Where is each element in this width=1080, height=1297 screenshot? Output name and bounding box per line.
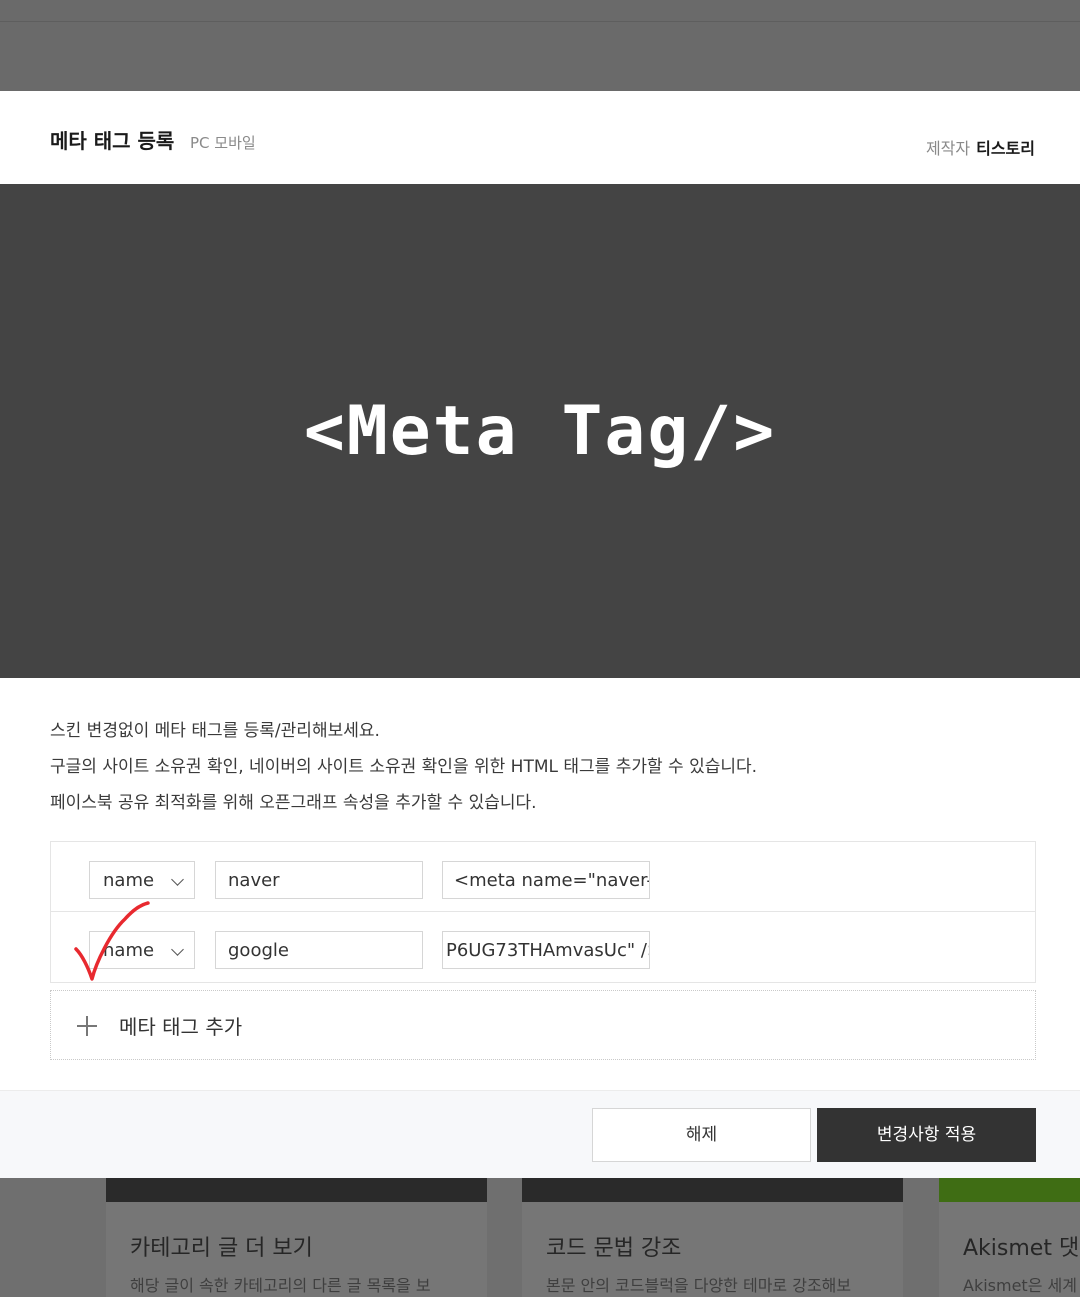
meta-tag-row: name google P6UG73THAmvasUc" /> [51,912,1035,982]
maker-label: 제작자 [925,139,971,158]
meta-tag-list: name naver <meta name="naver-si name goo… [50,841,1036,983]
platform-labels: PC 모바일 [190,134,256,152]
meta-content-input[interactable]: <meta name="naver-si [442,861,650,899]
card-description: Akismet은 세계 [963,1276,1077,1295]
maker-name: 티스토리 [976,139,1035,158]
card-title: 코드 문법 강조 [546,1236,682,1261]
check-mark-icon [74,901,150,981]
meta-tag-modal: 메타 태그 등록 PC 모바일 제작자 티스토리 <Meta Tag/> 스킨 변… [0,91,1080,1178]
modal-header: 메타 태그 등록 PC 모바일 제작자 티스토리 [0,91,1080,184]
background-card-akismet: Akismet 댓글 Akismet은 세계 [939,1178,1080,1297]
plus-icon [77,1016,97,1036]
apply-changes-button[interactable]: 변경사항 적용 [817,1108,1036,1162]
meta-key-input[interactable]: naver [215,861,423,899]
background-page-header [0,0,1080,91]
chevron-down-icon [171,873,184,886]
maker-info: 제작자 티스토리 [926,135,1035,159]
description-line: 구글의 사이트 소유권 확인, 네이버의 사이트 소유권 확인을 위한 HTML… [50,757,758,777]
plugin-banner: <Meta Tag/> [0,184,1080,678]
card-title: Akismet 댓글 [963,1236,1080,1261]
modal-footer: 해제 변경사항 적용 [0,1090,1080,1178]
chevron-down-icon [171,943,184,956]
meta-key-input[interactable]: google [215,931,423,969]
card-title: 카테고리 글 더 보기 [130,1236,313,1261]
background-card-code: 코드 문법 강조 본문 안의 코드블럭을 다양한 테마로 강조해보 [522,1178,903,1297]
reset-button[interactable]: 해제 [592,1108,811,1162]
modal-title: 메타 태그 등록 [50,129,175,153]
attribute-value: name [103,870,155,891]
card-description: 본문 안의 코드블럭을 다양한 테마로 강조해보 [546,1276,852,1295]
card-description: 해당 글이 속한 카테고리의 다른 글 목록을 보 [130,1276,431,1295]
banner-text: <Meta Tag/> [303,391,777,471]
meta-tag-row: name naver <meta name="naver-si [51,842,1035,912]
description-line: 스킨 변경없이 메타 태그를 등록/관리해보세요. [50,721,380,741]
background-card-category: 카테고리 글 더 보기 해당 글이 속한 카테고리의 다른 글 목록을 보 [106,1178,487,1297]
meta-content-input[interactable]: P6UG73THAmvasUc" /> [442,931,650,969]
add-meta-tag-button[interactable]: 메타 태그 추가 [50,990,1036,1060]
add-meta-tag-label: 메타 태그 추가 [119,1015,243,1039]
description-line: 페이스북 공유 최적화를 위해 오픈그래프 속성을 추가할 수 있습니다. [50,793,537,813]
plugin-description: 스킨 변경없이 메타 태그를 등록/관리해보세요. 구글의 사이트 소유권 확인… [50,713,757,821]
